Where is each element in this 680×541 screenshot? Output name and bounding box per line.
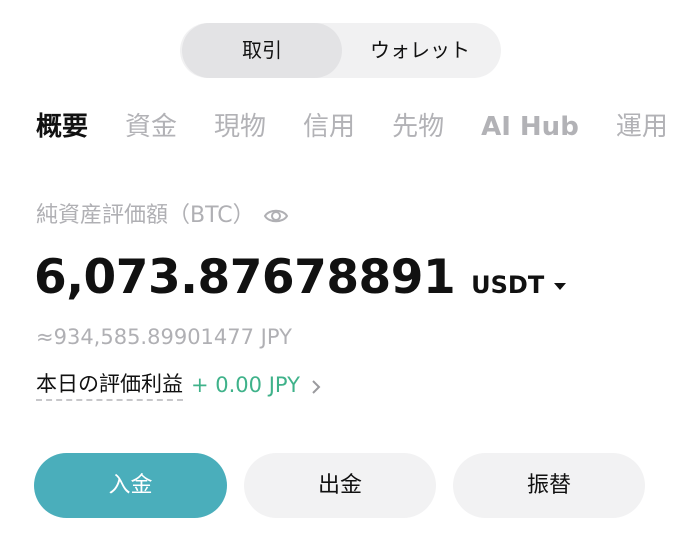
tab-funding[interactable]: 資金	[125, 107, 177, 147]
tab-margin[interactable]: 信用	[303, 107, 355, 147]
tab-overview[interactable]: 概要	[36, 107, 88, 147]
daily-pnl-label: 本日の評価利益	[36, 369, 183, 401]
withdraw-button[interactable]: 出金	[244, 453, 436, 518]
caret-down-icon	[554, 282, 567, 290]
unit-selector[interactable]: USDT	[471, 271, 567, 299]
eye-icon[interactable]	[263, 203, 289, 229]
balance-value: 6,073.87678891	[34, 250, 456, 305]
asset-tabs: 概要 資金 現物 信用 先物 AI Hub 運用	[36, 107, 680, 147]
transfer-button[interactable]: 振替	[453, 453, 645, 518]
tab-spot[interactable]: 現物	[214, 107, 266, 147]
tab-earn[interactable]: 運用	[616, 107, 668, 147]
unit-label: USDT	[471, 271, 545, 299]
net-asset-label: 純資産評価額（BTC）	[36, 203, 255, 228]
daily-pnl-row[interactable]: 本日の評価利益 + 0.00 JPY	[36, 368, 322, 402]
chevron-right-icon	[310, 379, 322, 394]
segment-wallet[interactable]: ウォレット	[345, 23, 495, 78]
net-asset-label-row: 純資産評価額（BTC）	[36, 200, 289, 232]
trade-wallet-segmented-control: 取引 ウォレット	[180, 23, 501, 78]
segment-trade[interactable]: 取引	[182, 23, 342, 78]
jpy-equivalent: ≈934,585.89901477 JPY	[36, 325, 292, 349]
daily-pnl-value: + 0.00 JPY	[191, 373, 300, 397]
balance-row: 6,073.87678891 USDT	[34, 250, 567, 312]
tab-futures[interactable]: 先物	[392, 107, 444, 147]
tab-ai-hub[interactable]: AI Hub	[481, 107, 579, 147]
deposit-button[interactable]: 入金	[34, 453, 227, 518]
